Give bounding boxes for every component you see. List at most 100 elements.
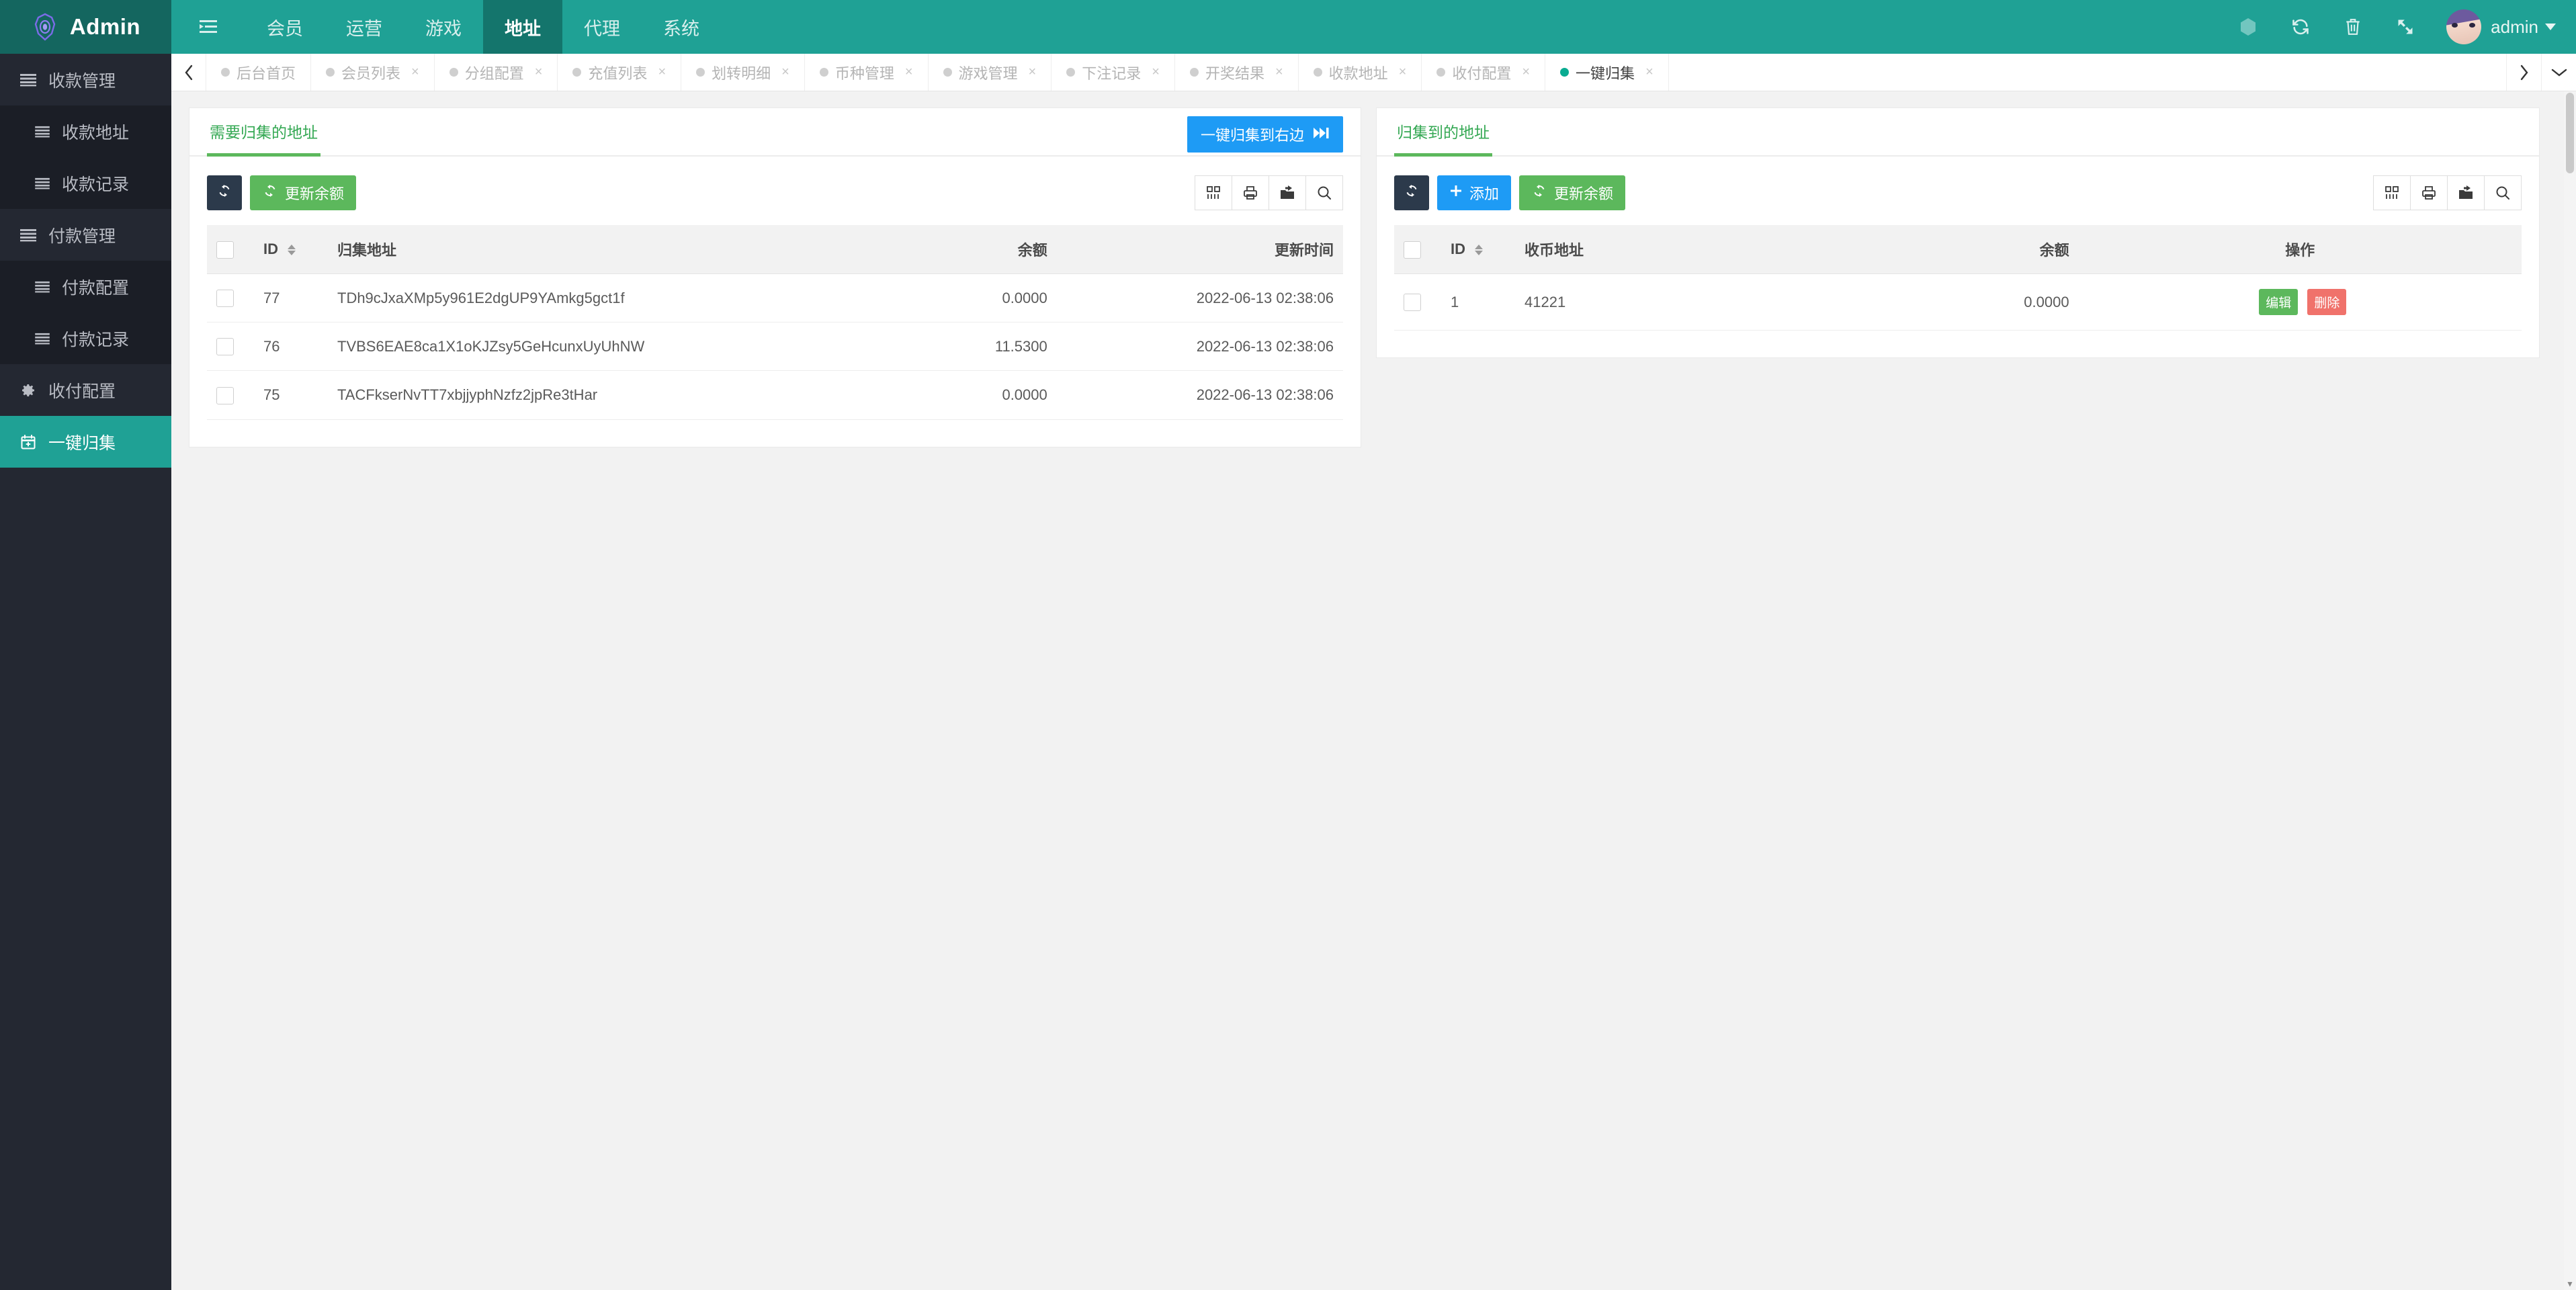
tab-home[interactable]: 后台首页 [206,54,312,91]
sort-arrows-icon[interactable] [288,245,296,256]
page-scrollbar[interactable]: ▲ ▼ [2564,91,2576,1290]
row-checkbox[interactable] [216,290,234,308]
left-table-body: 77 TDh9cJxaXMp5y961E2dgUP9YAmkg5gct1f 0.… [207,273,1343,420]
collect-to-right-button[interactable]: 一键归集到右边 [1187,116,1343,153]
tab-status-dot [221,68,230,77]
close-icon[interactable]: × [1029,64,1037,80]
right-panel-body: 添加 更新余额 ID 收币地址 余额 操作 1 41221 0.0000 编辑 … [1377,157,2539,357]
table-row[interactable]: 75 TACFkserNvTT7xbjjyphNzfz2jpRe3tHar 0.… [207,370,1343,420]
select-all-checkbox[interactable] [1404,241,1421,259]
sidebar-item-payment-record[interactable]: 付款记录 [0,312,171,364]
close-icon[interactable]: × [905,64,913,80]
table-row[interactable]: 76 TVBS6EAE8ca1X1oKJZsy5GeHcunxUyUhNW 11… [207,322,1343,372]
export-icon[interactable] [2447,175,2485,210]
sidebar-item-receive-manage[interactable]: 收款管理 [0,54,171,105]
close-icon[interactable]: × [535,64,543,80]
hexagon-eye-icon [31,13,59,41]
sort-arrows-icon[interactable] [1475,245,1484,256]
table-row[interactable]: 77 TDh9cJxaXMp5y961E2dgUP9YAmkg5gct1f 0.… [207,273,1343,323]
sidebar-item-label: 付款管理 [48,226,116,246]
nav-item-agent[interactable]: 代理 [562,0,642,54]
scroll-down-arrow[interactable]: ▼ [2565,1279,2575,1289]
chevron-right-icon[interactable] [2506,54,2541,91]
chevron-down-icon[interactable] [2541,54,2576,91]
hamburger-indent-icon[interactable] [171,0,245,54]
nav-item-members[interactable]: 会员 [245,0,325,54]
columns-icon[interactable] [2373,175,2411,210]
close-icon[interactable]: × [1275,64,1283,80]
row-checkbox[interactable] [216,338,234,356]
nav-item-operations[interactable]: 运营 [325,0,404,54]
fullscreen-icon[interactable] [2379,0,2432,54]
close-icon[interactable]: × [658,64,666,80]
row-checkbox[interactable] [216,386,234,404]
search-icon[interactable] [1305,175,1343,210]
tab-transfer-detail[interactable]: 划转明细 × [681,54,805,91]
sidebar-item-payment-manage[interactable]: 付款管理 [0,209,171,261]
chevron-left-icon[interactable] [171,54,206,91]
tab-scroll-area: 后台首页 会员列表 × 分组配置 × 充值列表 × 划转明细 × 币种管理 × [206,54,2506,91]
search-icon[interactable] [2484,175,2522,210]
tab-recharge-list[interactable]: 充值列表 × [558,54,682,91]
column-id[interactable]: ID [254,225,328,274]
right-update-balance-label: 更新余额 [1554,185,1614,202]
tab-addresses-to-collect[interactable]: 需要归集的地址 [207,120,320,157]
close-icon[interactable]: × [781,64,789,80]
tab-one-key-collect[interactable]: 一键归集 × [1545,54,1669,91]
list-icon [35,126,50,138]
tab-game-manage[interactable]: 游戏管理 × [929,54,1052,91]
tab-label: 币种管理 [834,64,894,82]
left-update-balance-button[interactable]: 更新余额 [250,175,357,210]
close-icon[interactable]: × [1152,64,1160,80]
sidebar-item-one-key-collect[interactable]: 一键归集 [0,416,171,468]
close-icon[interactable]: × [1399,64,1407,80]
tab-status-dot [1066,68,1076,77]
close-icon[interactable]: × [1522,64,1530,80]
sidebar-item-receive-address[interactable]: 收款地址 [0,105,171,157]
tab-draw-result[interactable]: 开奖结果 × [1175,54,1299,91]
tab-receive-address[interactable]: 收款地址 × [1299,54,1422,91]
sidebar-item-receive-record[interactable]: 收款记录 [0,157,171,209]
refresh-icon[interactable] [2274,0,2327,54]
tab-payment-settings[interactable]: 收付配置 × [1422,54,1546,91]
sidebar-item-payment-settings[interactable]: 收付配置 [0,364,171,416]
table-row[interactable]: 1 41221 0.0000 编辑 删除 [1394,273,2522,331]
list-icon [20,73,36,87]
tab-group-config[interactable]: 分组配置 × [435,54,558,91]
tab-bet-record[interactable]: 下注记录 × [1051,54,1175,91]
nav-item-system[interactable]: 系统 [642,0,721,54]
export-icon[interactable] [1269,175,1306,210]
right-update-balance-button[interactable]: 更新余额 [1519,175,1626,210]
nav-item-address[interactable]: 地址 [483,0,562,54]
left-table: ID 归集地址 余额 更新时间 77 TDh9cJxaXMp5y961E2dgU… [207,225,1343,420]
print-icon[interactable] [2410,175,2448,210]
select-all-checkbox[interactable] [216,241,234,259]
delete-button[interactable]: 删除 [2307,289,2347,315]
close-icon[interactable]: × [411,64,419,80]
scrollbar-thumb[interactable] [2566,93,2574,173]
nav-item-games[interactable]: 游戏 [404,0,483,54]
theme-hexagon-icon[interactable] [2222,0,2274,54]
tab-label: 充值列表 [588,64,648,82]
left-refresh-button[interactable] [207,175,242,210]
tab-currency-manage[interactable]: 币种管理 × [805,54,929,91]
right-refresh-button[interactable] [1394,175,1429,210]
tab-collected-address[interactable]: 归集到的地址 [1394,120,1492,157]
row-select-cell [1394,273,1441,331]
column-id[interactable]: ID [1441,225,1515,274]
row-checkbox[interactable] [1404,294,1421,312]
select-all-header [1394,225,1441,274]
tab-member-list[interactable]: 会员列表 × [311,54,435,91]
sidebar-item-payment-config[interactable]: 付款配置 [0,261,171,312]
close-icon[interactable]: × [1645,64,1654,80]
columns-icon[interactable] [1195,175,1232,210]
print-icon[interactable] [1232,175,1269,210]
add-address-button[interactable]: 添加 [1437,175,1512,210]
chevron-down-icon[interactable] [2545,24,2556,30]
cell-balance: 0.0000 [1824,273,2079,331]
column-receive-address: 收币地址 [1515,225,1825,274]
trash-icon[interactable] [2327,0,2379,54]
avatar[interactable] [2446,9,2482,44]
logo-area[interactable]: Admin [0,0,171,54]
edit-button[interactable]: 编辑 [2259,289,2299,315]
